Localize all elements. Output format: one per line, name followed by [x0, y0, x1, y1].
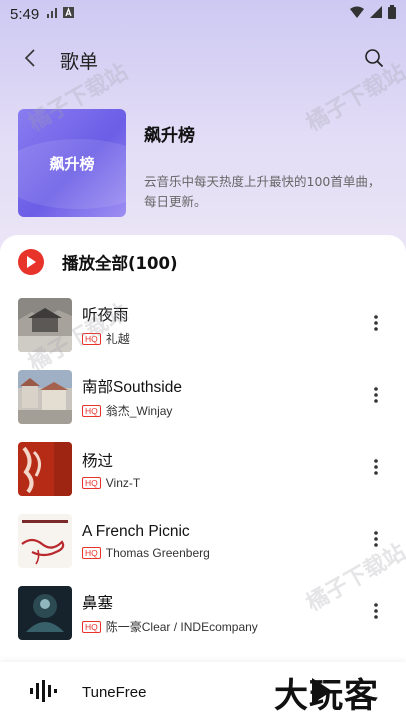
mini-player[interactable]: TuneFree	[0, 662, 406, 723]
page-title: 歌单	[60, 50, 99, 73]
search-button[interactable]	[356, 42, 392, 78]
song-list-sheet: 播放全部(100) 听夜雨 HQ 礼越 南部Southside HQ 翁杰_Wi…	[0, 235, 406, 723]
hq-badge: HQ	[82, 620, 101, 633]
song-cover	[18, 586, 72, 640]
song-row[interactable]: A French Picnic HQ Thomas Greenberg	[18, 513, 388, 569]
more-vertical-icon	[374, 459, 378, 479]
song-artist: Thomas Greenberg	[105, 545, 210, 560]
hq-badge: HQ	[82, 546, 101, 559]
more-options-button[interactable]	[364, 305, 388, 345]
song-title: 鼻塞	[82, 595, 114, 612]
song-cover	[18, 514, 72, 568]
playlist-info: 飙升榜 飙升榜 云音乐中每天热度上升最快的100首单曲，每日更新。	[18, 109, 388, 219]
song-title: 杨过	[82, 452, 114, 470]
song-title: 南部Southside	[82, 379, 182, 396]
play-all-button[interactable]: 播放全部(100)	[18, 249, 178, 275]
more-vertical-icon	[374, 315, 378, 335]
waveform-icon	[30, 679, 60, 706]
song-cover	[18, 298, 72, 352]
status-bar: 5:49	[0, 0, 406, 28]
song-artist: 礼越	[105, 332, 130, 346]
status-time: 5:49	[10, 5, 40, 23]
playlist-description: 云音乐中每天热度上升最快的100首单曲，每日更新。	[144, 174, 381, 209]
more-vertical-icon	[374, 387, 378, 407]
more-vertical-icon	[374, 603, 378, 623]
song-title: 听夜雨	[82, 307, 129, 324]
chevron-left-icon	[24, 48, 36, 72]
song-cover	[18, 370, 72, 424]
song-row[interactable]: 南部Southside HQ 翁杰_Winjay	[18, 369, 388, 425]
play-icon	[310, 678, 334, 710]
cellular-icon	[370, 6, 382, 22]
hq-badge: HQ	[82, 404, 101, 417]
song-artist: 陈一豪Clear / INDEcompany	[105, 620, 258, 634]
song-row[interactable]: 鼻塞 HQ 陈一豪Clear / INDEcompany	[18, 585, 388, 641]
song-row[interactable]: 听夜雨 HQ 礼越	[18, 297, 388, 353]
hq-badge: HQ	[82, 332, 101, 345]
notification-a-icon	[63, 6, 75, 22]
more-options-button[interactable]	[364, 593, 388, 633]
song-row[interactable]: 杨过 HQ Vinz-T	[18, 441, 388, 497]
playlist-cover-text: 飙升榜	[49, 154, 95, 173]
play-icon	[18, 249, 44, 275]
play-all-label: 播放全部(100)	[62, 254, 178, 273]
more-vertical-icon	[374, 531, 378, 551]
mini-player-title: TuneFree	[82, 684, 147, 701]
more-options-button[interactable]	[364, 377, 388, 417]
hq-badge: HQ	[82, 476, 101, 489]
more-options-button[interactable]	[364, 449, 388, 489]
song-artist: Vinz-T	[105, 475, 141, 490]
song-cover	[18, 442, 72, 496]
back-button[interactable]	[8, 38, 52, 82]
mini-player-cover	[18, 666, 72, 720]
battery-icon	[388, 5, 396, 23]
wifi-icon	[350, 6, 364, 22]
search-icon	[364, 48, 384, 72]
more-options-button[interactable]	[364, 521, 388, 561]
signal-bars-icon	[47, 6, 58, 22]
top-bar: 歌单	[0, 38, 406, 82]
playlist-cover[interactable]: 飙升榜	[18, 109, 126, 217]
song-artist: 翁杰_Winjay	[105, 404, 173, 418]
song-title: A French Picnic	[82, 522, 190, 540]
playlist-name: 飙升榜	[144, 126, 195, 146]
mini-play-button[interactable]	[310, 676, 334, 706]
